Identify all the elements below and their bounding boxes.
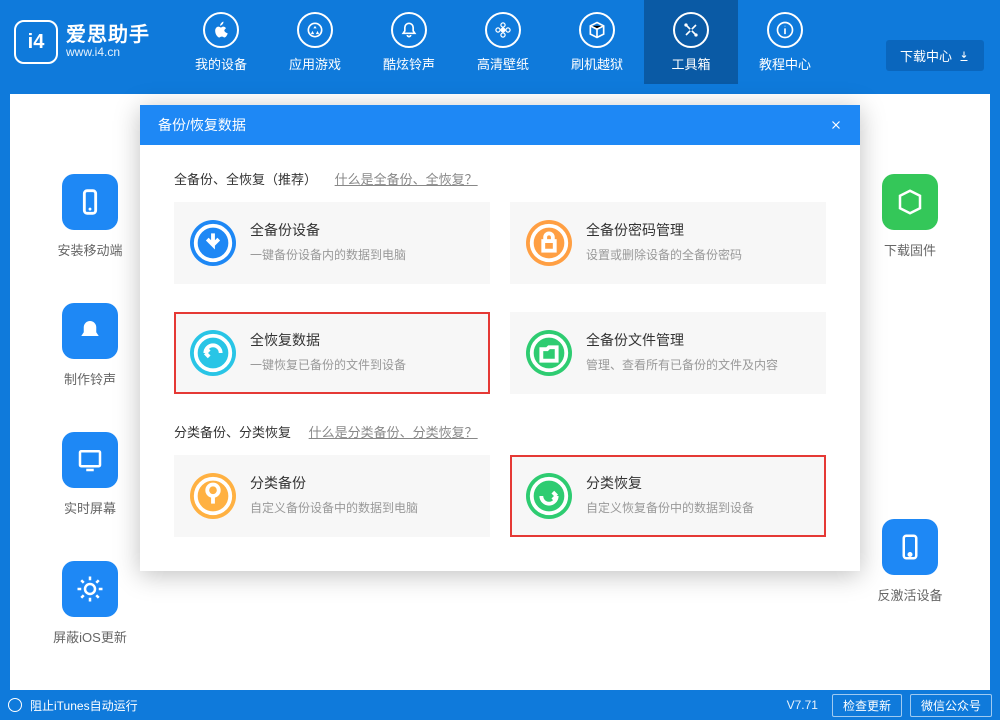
bell-icon xyxy=(391,12,427,48)
tile-制作铃声[interactable]: 制作铃声 xyxy=(62,303,118,388)
card-icon xyxy=(190,220,236,266)
footer: 阻止iTunes自动运行 V7.71 检查更新 微信公众号 xyxy=(0,690,1000,720)
radio-icon xyxy=(8,698,22,712)
card-icon xyxy=(190,330,236,376)
check-update-button[interactable]: 检查更新 xyxy=(832,694,902,717)
version-label: V7.71 xyxy=(787,698,818,712)
help-link-full[interactable]: 什么是全备份、全恢复？ xyxy=(335,172,478,187)
app-icon xyxy=(297,12,333,48)
tools-icon xyxy=(673,12,709,48)
wechat-button[interactable]: 微信公众号 xyxy=(910,694,992,717)
main-nav: 我的设备应用游戏酷炫铃声高清壁纸刷机越狱工具箱教程中心 xyxy=(174,0,832,84)
card-icon xyxy=(526,330,572,376)
modal-title: 备份/恢复数据 xyxy=(158,115,246,135)
tile-icon xyxy=(62,174,118,230)
card-全备份密码管理[interactable]: 全备份密码管理设置或删除设备的全备份密码 xyxy=(510,202,826,284)
section-full-title: 全备份、全恢复（推荐） 什么是全备份、全恢复？ xyxy=(174,169,826,188)
nav-app[interactable]: 应用游戏 xyxy=(268,0,362,84)
card-icon xyxy=(526,473,572,519)
apple-icon xyxy=(203,12,239,48)
nav-flower[interactable]: 高清壁纸 xyxy=(456,0,550,84)
tile-屏蔽iOS更新[interactable]: 屏蔽iOS更新 xyxy=(53,561,127,646)
app-name: 爱思助手 xyxy=(66,24,150,46)
download-center-button[interactable]: 下载中心 xyxy=(886,40,984,71)
card-分类恢复[interactable]: 分类恢复自定义恢复备份中的数据到设备 xyxy=(510,455,826,537)
app-url: www.i4.cn xyxy=(66,46,150,59)
logo[interactable]: i4 爱思助手 www.i4.cn xyxy=(14,20,150,64)
info-icon xyxy=(767,12,803,48)
card-分类备份[interactable]: 分类备份自定义备份设备中的数据到电脑 xyxy=(174,455,490,537)
backup-restore-modal: 备份/恢复数据 全备份、全恢复（推荐） 什么是全备份、全恢复？ 全备份设备一键备… xyxy=(140,105,860,571)
header: i4 爱思助手 www.i4.cn 我的设备应用游戏酷炫铃声高清壁纸刷机越狱工具… xyxy=(0,0,1000,84)
flower-icon xyxy=(485,12,521,48)
nav-bell[interactable]: 酷炫铃声 xyxy=(362,0,456,84)
close-icon xyxy=(829,118,843,132)
tile-icon xyxy=(882,519,938,575)
card-全恢复数据[interactable]: 全恢复数据一键恢复已备份的文件到设备 xyxy=(174,312,490,394)
tile-反激活设备[interactable]: 反激活设备 xyxy=(877,519,942,604)
section-category-title: 分类备份、分类恢复 什么是分类备份、分类恢复？ xyxy=(174,422,826,441)
help-link-category[interactable]: 什么是分类备份、分类恢复？ xyxy=(309,425,478,440)
download-icon xyxy=(958,50,970,62)
tile-实时屏幕[interactable]: 实时屏幕 xyxy=(62,432,118,517)
card-全备份设备[interactable]: 全备份设备一键备份设备内的数据到电脑 xyxy=(174,202,490,284)
tile-icon xyxy=(882,174,938,230)
tile-icon xyxy=(62,561,118,617)
tile-icon xyxy=(62,303,118,359)
nav-box[interactable]: 刷机越狱 xyxy=(550,0,644,84)
tile-icon xyxy=(62,432,118,488)
modal-close-button[interactable] xyxy=(824,113,848,137)
block-itunes-toggle[interactable]: 阻止iTunes自动运行 xyxy=(8,697,138,714)
nav-info[interactable]: 教程中心 xyxy=(738,0,832,84)
tile-下载固件[interactable]: 下载固件 xyxy=(882,174,938,259)
side-tiles-left: 安装移动端制作铃声实时屏幕屏蔽iOS更新 xyxy=(30,174,150,646)
modal-header: 备份/恢复数据 xyxy=(140,105,860,145)
card-icon xyxy=(190,473,236,519)
tile-安装移动端[interactable]: 安装移动端 xyxy=(57,174,122,259)
card-icon xyxy=(526,220,572,266)
side-tiles-right: 下载固件反激活设备 xyxy=(850,174,970,604)
nav-tools[interactable]: 工具箱 xyxy=(644,0,738,84)
logo-badge: i4 xyxy=(14,20,58,64)
card-全备份文件管理[interactable]: 全备份文件管理管理、查看所有已备份的文件及内容 xyxy=(510,312,826,394)
box-icon xyxy=(579,12,615,48)
nav-apple[interactable]: 我的设备 xyxy=(174,0,268,84)
